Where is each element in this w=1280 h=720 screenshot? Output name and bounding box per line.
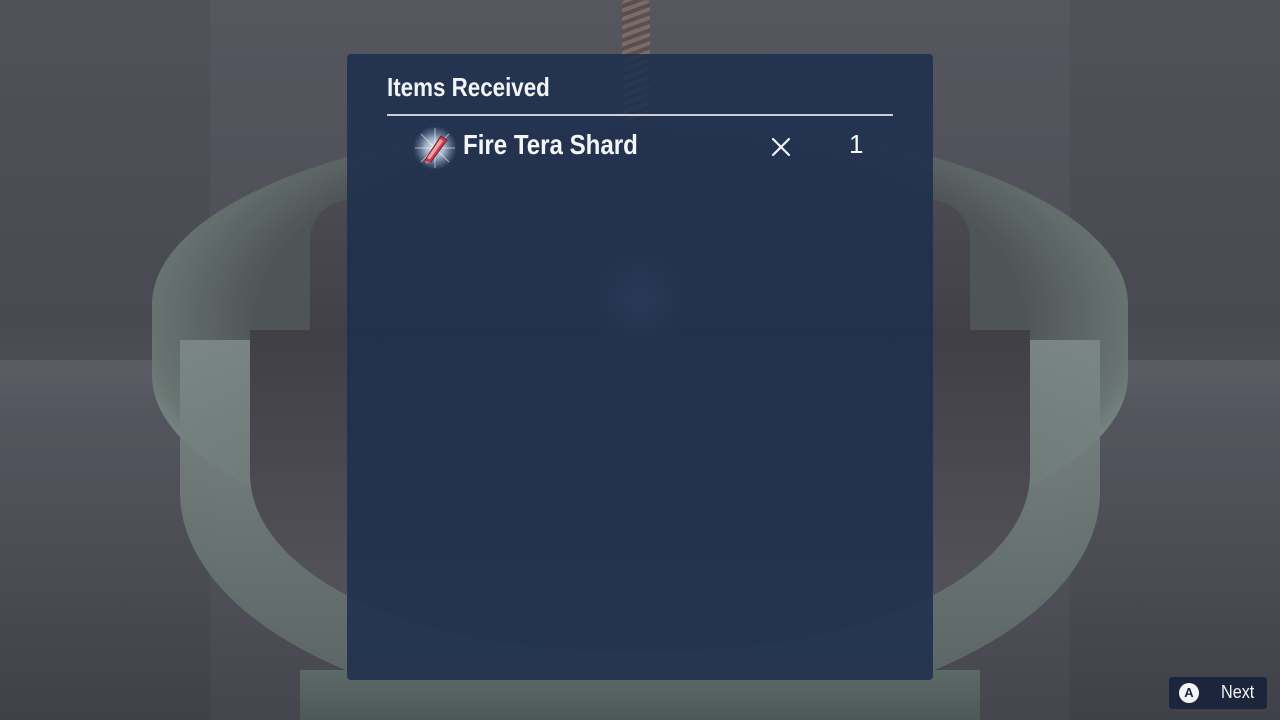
a-button-icon: A <box>1179 683 1199 703</box>
times-icon <box>769 135 793 159</box>
next-button[interactable]: A Next <box>1169 677 1267 709</box>
items-received-panel: Items Received Fire Tera Shard 1 <box>347 54 933 680</box>
next-label: Next <box>1221 682 1255 702</box>
title-divider <box>387 114 893 116</box>
item-name: Fire Tera Shard <box>463 129 638 160</box>
item-quantity: 1 <box>849 129 864 159</box>
panel-title: Items Received <box>387 72 550 102</box>
item-row: Fire Tera Shard 1 <box>413 124 873 170</box>
fire-tera-shard-icon <box>413 126 457 170</box>
